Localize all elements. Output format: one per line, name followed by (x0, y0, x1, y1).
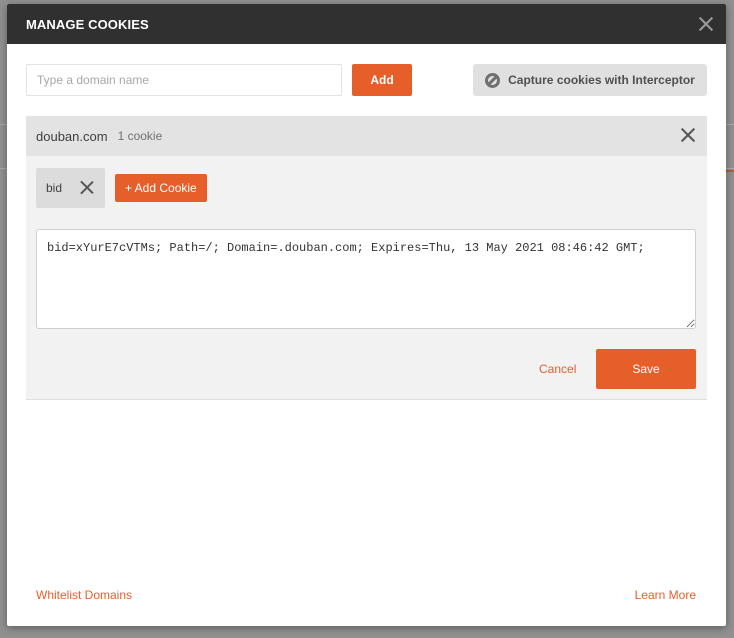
save-button[interactable]: Save (596, 349, 696, 389)
cookie-chip-label: bid (46, 181, 63, 195)
learn-more-link[interactable]: Learn More (635, 588, 696, 602)
remove-cookie-icon[interactable] (80, 181, 93, 194)
remove-domain-icon[interactable] (681, 128, 695, 142)
cookie-chip[interactable]: bid (36, 168, 105, 208)
add-domain-button[interactable]: Add (352, 64, 412, 96)
manage-cookies-modal: MANAGE COOKIES Add Capture cookies with … (7, 4, 726, 626)
cookie-count: 1 cookie (117, 129, 163, 143)
domain-row[interactable]: douban.com 1 cookie (26, 116, 707, 156)
modal-title: MANAGE COOKIES (26, 16, 149, 32)
toolbar: Add Capture cookies with Interceptor (26, 64, 707, 96)
cancel-link[interactable]: Cancel (539, 362, 576, 376)
domain-name: douban.com (36, 128, 108, 144)
interceptor-icon (485, 72, 501, 88)
interceptor-label: Capture cookies with Interceptor (508, 73, 695, 87)
close-icon[interactable] (698, 16, 714, 32)
whitelist-domains-link[interactable]: Whitelist Domains (36, 588, 132, 602)
modal-header: MANAGE COOKIES (7, 4, 726, 44)
capture-interceptor-button[interactable]: Capture cookies with Interceptor (473, 64, 707, 96)
add-cookie-button[interactable]: + Add Cookie (115, 174, 207, 202)
cookie-chip-list: bid + Add Cookie (36, 168, 207, 208)
domain-input[interactable] (26, 64, 342, 96)
cookie-editor[interactable]: bid=xYurE7cVTMs; Path=/; Domain=.douban.… (36, 229, 696, 329)
domain-panel: douban.com 1 cookie bid + Add Cookie bid… (26, 116, 707, 400)
